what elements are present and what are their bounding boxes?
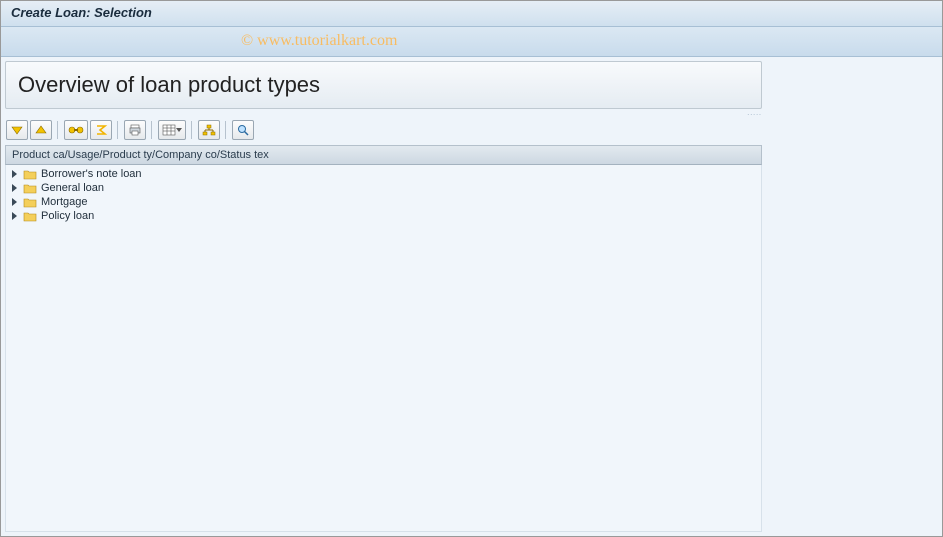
toolbar-separator bbox=[117, 121, 119, 139]
detail-button[interactable] bbox=[232, 120, 254, 140]
sigma-icon bbox=[94, 124, 108, 136]
alv-toolbar bbox=[5, 119, 762, 141]
expand-down-icon bbox=[10, 124, 24, 136]
watermark-text: © www.tutorialkart.com bbox=[241, 32, 397, 50]
tree-item-label: Mortgage bbox=[41, 196, 87, 208]
resize-dots-icon: ..... bbox=[747, 110, 762, 117]
binoculars-icon bbox=[68, 124, 84, 136]
folder-icon bbox=[23, 197, 37, 208]
hierarchy-button[interactable] bbox=[198, 120, 220, 140]
page-heading: Overview of loan product types bbox=[18, 72, 320, 97]
print-button[interactable] bbox=[124, 120, 146, 140]
toolbar-separator bbox=[191, 121, 193, 139]
tree-item-label: Policy loan bbox=[41, 210, 94, 222]
folder-icon bbox=[23, 183, 37, 194]
expand-arrow-icon[interactable] bbox=[12, 170, 17, 178]
collapse-up-icon bbox=[34, 124, 48, 136]
folder-icon bbox=[23, 211, 37, 222]
sum-button[interactable] bbox=[90, 120, 112, 140]
expand-all-button[interactable] bbox=[6, 120, 28, 140]
tree-row[interactable]: Borrower's note loan bbox=[6, 167, 761, 181]
right-gutter bbox=[762, 61, 938, 532]
tree-item-label: Borrower's note loan bbox=[41, 168, 142, 180]
hierarchy-icon bbox=[202, 124, 216, 136]
toolbar-separator bbox=[57, 121, 59, 139]
magnifier-icon bbox=[236, 124, 250, 136]
tree-item-label: General loan bbox=[41, 182, 104, 194]
window-title: Create Loan: Selection bbox=[11, 5, 152, 20]
folder-icon bbox=[23, 169, 37, 180]
main-column: Overview of loan product types ..... bbox=[5, 61, 762, 532]
tree-row[interactable]: Mortgage bbox=[6, 195, 761, 209]
app-toolbar: © www.tutorialkart.com bbox=[1, 27, 942, 57]
collapse-all-button[interactable] bbox=[30, 120, 52, 140]
expand-arrow-icon[interactable] bbox=[12, 198, 17, 206]
tree-row[interactable]: General loan bbox=[6, 181, 761, 195]
dropdown-arrow-icon bbox=[176, 124, 182, 136]
window-titlebar: Create Loan: Selection bbox=[1, 1, 942, 27]
expand-arrow-icon[interactable] bbox=[12, 212, 17, 220]
tree-body: Borrower's note loan General loan Mortga… bbox=[5, 165, 762, 532]
printer-icon bbox=[128, 124, 142, 136]
layout-button[interactable] bbox=[158, 120, 186, 140]
tree-column-header: Product ca/Usage/Product ty/Company co/S… bbox=[5, 145, 762, 165]
toolbar-separator bbox=[151, 121, 153, 139]
page-heading-box: Overview of loan product types ..... bbox=[5, 61, 762, 109]
grid-icon bbox=[162, 124, 176, 136]
expand-arrow-icon[interactable] bbox=[12, 184, 17, 192]
tree-row[interactable]: Policy loan bbox=[6, 209, 761, 223]
content-area: Overview of loan product types ..... bbox=[1, 57, 942, 536]
toolbar-separator bbox=[225, 121, 227, 139]
find-button[interactable] bbox=[64, 120, 88, 140]
